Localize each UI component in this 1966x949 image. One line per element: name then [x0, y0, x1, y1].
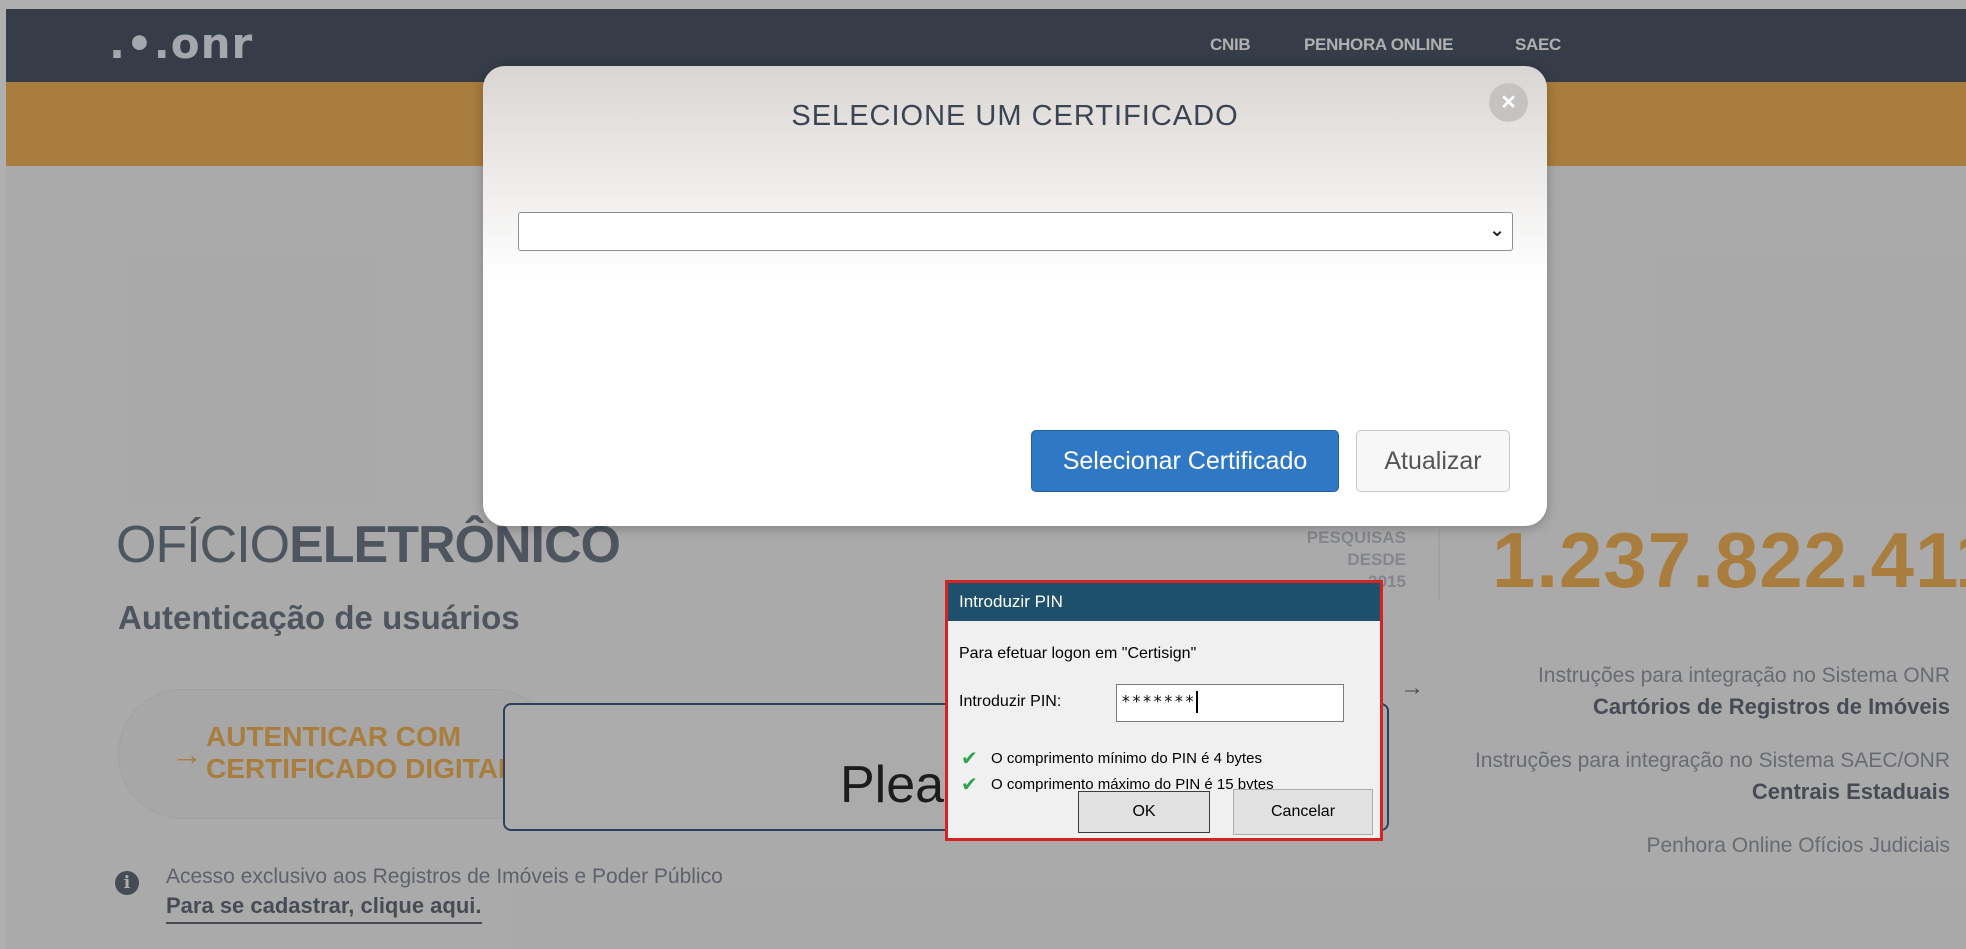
certificate-modal-title: SELECIONE UM CERTIFICADO [791, 100, 1239, 132]
select-certificate-button[interactable]: Selecionar Certificado [1031, 430, 1339, 492]
pin-dialog-title: Introduzir PIN [959, 592, 1063, 611]
check-icon: ✔ [961, 748, 978, 770]
pin-dialog-titlebar[interactable]: Introduzir PIN [948, 583, 1380, 621]
check-icon: ✔ [961, 774, 978, 796]
pin-input-value: ******* [1121, 691, 1196, 711]
certificate-select[interactable]: ⌄ [518, 212, 1513, 251]
close-icon[interactable]: × [1489, 83, 1528, 122]
certificate-modal: SELECIONE UM CERTIFICADO × ⌄ Selecionar … [483, 66, 1547, 526]
pin-ok-button[interactable]: OK [1078, 791, 1210, 833]
chevron-down-icon: ⌄ [1489, 220, 1505, 241]
pin-dialog-message: Para efetuar logon em "Certisign" [959, 645, 1197, 662]
update-button[interactable]: Atualizar [1356, 430, 1510, 492]
pin-cancel-button[interactable]: Cancelar [1233, 789, 1373, 835]
pin-min-length-rule: O comprimento mínimo do PIN é 4 bytes [991, 750, 1262, 767]
text-caret [1196, 691, 1199, 713]
pin-dialog: Introduzir PIN Para efetuar logon em "Ce… [945, 580, 1383, 841]
pin-field-label: Introduzir PIN: [959, 693, 1062, 710]
pin-input[interactable]: ******* [1116, 684, 1344, 722]
